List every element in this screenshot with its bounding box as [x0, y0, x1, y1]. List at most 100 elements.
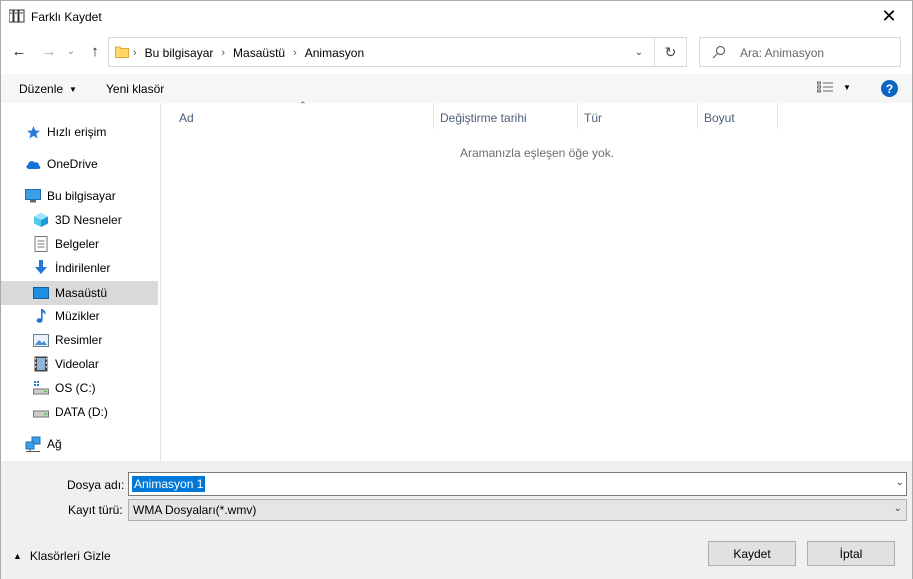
refresh-icon: ↻ [664, 43, 677, 60]
cube-icon [33, 212, 49, 228]
sidebar-item-label: Masaüstü [55, 286, 108, 300]
sidebar-item-label: DATA (D:) [55, 405, 108, 419]
column-divider [577, 103, 578, 129]
picture-icon [33, 332, 49, 348]
address-bar[interactable]: › Bu bilgisayar › Masaüstü › Animasyon ⌄… [108, 37, 687, 67]
sidebar-item-label: Hızlı erişim [47, 125, 107, 139]
hide-folders-button[interactable]: ▲ Klasörleri Gizle [13, 549, 111, 563]
sidebar-item-label: OS (C:) [55, 381, 96, 395]
column-header-date-modified[interactable]: Değiştirme tarihi [440, 105, 527, 131]
up-button[interactable]: ↑ [85, 41, 105, 61]
search-input[interactable]: Ara: Animasyon [699, 37, 901, 67]
save-button[interactable]: Kaydet [708, 541, 796, 566]
caret-down-icon: ▼ [843, 82, 851, 92]
computer-icon [25, 188, 41, 204]
chevron-down-icon[interactable]: ⌄ [896, 477, 904, 488]
refresh-button[interactable]: ↻ [654, 38, 686, 66]
cloud-icon [25, 156, 41, 172]
drive-c-icon [33, 380, 49, 396]
desktop-icon [33, 285, 49, 301]
sidebar-item-label: Müzikler [55, 309, 100, 323]
sidebar-item-drive-d[interactable]: DATA (D:) [33, 400, 108, 424]
sidebar-item-drive-c[interactable]: OS (C:) [33, 376, 96, 400]
sidebar-item-3d-objects[interactable]: 3D Nesneler [33, 208, 122, 232]
sort-up-icon: ⌃ [299, 100, 307, 110]
sidebar-item-network[interactable]: Ağ [25, 432, 62, 456]
command-toolbar: Düzenle ▼ Yeni klasör ▼ ? [1, 74, 912, 103]
breadcrumb-separator-icon[interactable]: › [293, 47, 297, 59]
column-divider [433, 103, 434, 129]
details-view-icon [817, 81, 833, 93]
window-title: Farklı Kaydet [31, 10, 102, 24]
star-icon [25, 124, 41, 140]
navigation-bar: ← → ⌄ ↑ › Bu bilgisayar › Masaüstü › Ani… [1, 36, 912, 68]
sidebar-item-label: Ağ [47, 437, 62, 451]
breadcrumb-separator-icon[interactable]: › [221, 47, 225, 59]
column-divider [777, 103, 778, 129]
sidebar-item-downloads[interactable]: İndirilenler [33, 256, 110, 280]
sidebar-item-documents[interactable]: Belgeler [33, 232, 99, 256]
organize-button[interactable]: Düzenle ▼ [19, 82, 77, 96]
file-list: ⌃ Ad Değiştirme tarihi Tür Boyut Aramanı… [162, 100, 912, 461]
empty-message: Aramanızla eşleşen öğe yok. [459, 146, 615, 160]
download-icon [33, 260, 49, 276]
column-header-type[interactable]: Tür [584, 105, 602, 131]
recent-locations-button[interactable]: ⌄ [64, 41, 78, 61]
sidebar-item-label: İndirilenler [55, 261, 111, 275]
sidebar-item-onedrive[interactable]: OneDrive [25, 152, 98, 176]
filetype-select[interactable]: WMA Dosyaları(*.wmv) ⌄ [128, 499, 907, 521]
sidebar-item-videos[interactable]: Videolar [33, 352, 99, 376]
search-icon [712, 45, 726, 59]
sidebar-item-label: Resimler [55, 333, 103, 347]
sidebar-item-this-pc[interactable]: Bu bilgisayar [25, 184, 116, 208]
close-button[interactable]: ✕ [866, 1, 912, 32]
new-folder-button[interactable]: Yeni klasör [106, 82, 164, 96]
up-arrow-icon: ↑ [91, 42, 99, 60]
app-icon [9, 9, 25, 23]
breadcrumb-animation[interactable]: Animasyon [305, 46, 364, 60]
filetype-label: Kayıt türü: [68, 503, 123, 517]
sidebar-item-pictures[interactable]: Resimler [33, 328, 102, 352]
title-bar: Farklı Kaydet ✕ [1, 1, 912, 32]
chevron-down-icon: ⌄ [893, 503, 902, 514]
help-icon: ? [885, 81, 894, 96]
music-icon [33, 308, 49, 324]
caret-down-icon: ▼ [69, 84, 77, 94]
breadcrumb: › Bu bilgisayar › Masaüstü › Animasyon [133, 46, 364, 60]
column-divider [697, 103, 698, 129]
document-icon [33, 236, 49, 252]
column-header-name[interactable]: Ad [179, 105, 194, 131]
sidebar-item-label: 3D Nesneler [55, 213, 122, 227]
network-icon [25, 436, 41, 452]
breadcrumb-desktop[interactable]: Masaüstü [233, 46, 285, 60]
help-button[interactable]: ? [881, 80, 898, 97]
chevron-up-icon: ▲ [13, 551, 22, 561]
close-icon: ✕ [881, 6, 897, 26]
sidebar-item-music[interactable]: Müzikler [33, 304, 100, 328]
sidebar-item-desktop[interactable]: Masaüstü [33, 281, 107, 305]
chevron-down-icon: ⌄ [634, 46, 644, 58]
organize-label: Düzenle [19, 82, 64, 96]
column-header-size[interactable]: Boyut [704, 105, 735, 131]
sidebar-item-quick-access[interactable]: Hızlı erişim [25, 120, 106, 144]
address-dropdown-button[interactable]: ⌄ [625, 38, 653, 66]
breadcrumb-this-pc[interactable]: Bu bilgisayar [145, 46, 214, 60]
save-as-dialog: Farklı Kaydet ✕ ← → ⌄ ↑ › Bu bilgisayar … [0, 0, 913, 579]
search-placeholder: Ara: Animasyon [740, 46, 825, 60]
cancel-button[interactable]: İptal [807, 541, 895, 566]
filetype-value: WMA Dosyaları(*.wmv) [133, 503, 257, 517]
chevron-down-icon: ⌄ [66, 45, 76, 57]
drive-d-icon [33, 404, 49, 420]
navigation-pane: Hızlı erişim OneDrive Bu bilgisayar 3D N… [1, 103, 161, 461]
folder-icon [115, 46, 129, 58]
sidebar-item-label: Videolar [55, 357, 99, 371]
sidebar-item-label: Belgeler [55, 237, 100, 251]
sidebar-item-label: Bu bilgisayar [47, 189, 116, 203]
view-options-button[interactable]: ▼ [817, 81, 851, 93]
filename-field[interactable]: Animasyon 1 ⌄ [128, 472, 907, 496]
breadcrumb-separator-icon: › [133, 47, 137, 59]
forward-button[interactable]: → [39, 41, 59, 61]
filename-value: Animasyon 1 [132, 476, 206, 492]
back-button[interactable]: ← [9, 41, 29, 61]
back-arrow-icon: ← [11, 42, 27, 60]
